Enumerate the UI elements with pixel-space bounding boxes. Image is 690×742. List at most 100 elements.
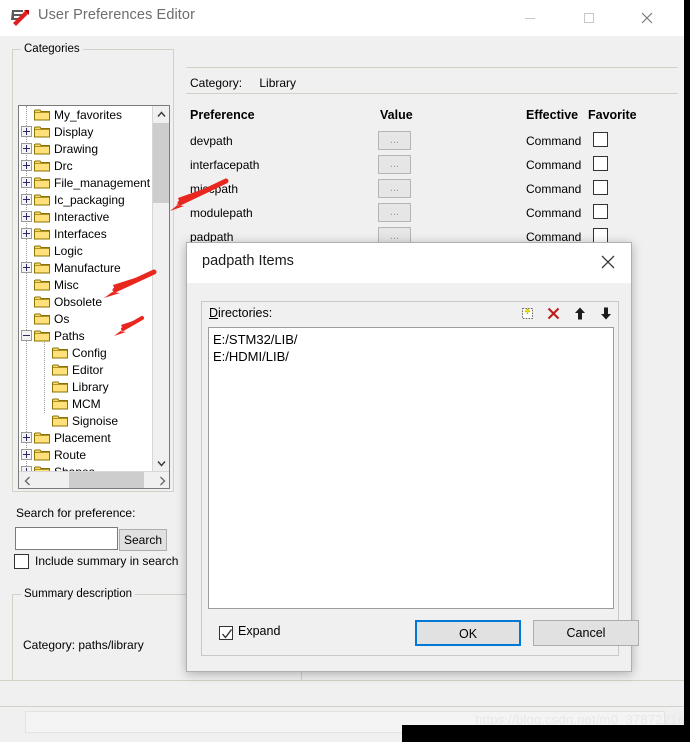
search-input[interactable] [15, 527, 118, 550]
maximize-button[interactable] [566, 0, 612, 36]
preference-row: modulepath... Command [190, 202, 676, 226]
search-button[interactable]: Search [119, 529, 167, 551]
tree-item-library[interactable]: Library [19, 378, 151, 395]
dialog-cancel-button[interactable]: Cancel [533, 620, 639, 646]
expand-plus-icon[interactable] [21, 177, 32, 188]
categories-groupbox: Categories My_favorites Display Drawing Drc… [12, 43, 174, 492]
preference-name: devpath [190, 134, 233, 148]
preference-favorite-checkbox[interactable] [593, 132, 608, 147]
right-pane-divider-top [186, 67, 678, 68]
tree-item-editor[interactable]: Editor [19, 361, 151, 378]
move-up-icon[interactable] [571, 305, 588, 322]
include-summary-checkbox[interactable] [14, 554, 29, 569]
tree-item-drawing[interactable]: Drawing [19, 140, 151, 157]
scroll-down-icon[interactable] [153, 455, 169, 472]
directories-listbox[interactable]: E:/STM32/LIB/E:/HDMI/LIB/ [208, 327, 614, 609]
tree-horizontal-scrollbar[interactable] [19, 471, 169, 488]
tree-item-manufacture[interactable]: Manufacture [19, 259, 151, 276]
directory-list-item[interactable]: E:/HDMI/LIB/ [213, 348, 609, 365]
preference-favorite-checkbox[interactable] [593, 204, 608, 219]
close-button[interactable] [624, 0, 670, 36]
preference-effective: Command [526, 158, 582, 172]
column-header-favorite: Favorite [588, 108, 637, 122]
scroll-right-icon[interactable] [154, 472, 169, 488]
tree-vertical-scrollbar[interactable] [152, 106, 169, 472]
tree-item-label: Editor [72, 362, 104, 377]
tree-hscroll-thumb[interactable] [69, 472, 144, 488]
tree-item-display[interactable]: Display [19, 123, 151, 140]
folder-icon [34, 244, 50, 257]
app-icon [9, 7, 31, 29]
tree-item-label: Paths [54, 328, 85, 343]
directory-list-item[interactable]: E:/STM32/LIB/ [213, 331, 609, 348]
preference-value-button[interactable]: ... [378, 179, 411, 198]
folder-icon [52, 397, 68, 410]
expand-plus-icon[interactable] [21, 211, 32, 222]
tree-item-my-favorites[interactable]: My_favorites [19, 106, 151, 123]
tree-item-label: Signoise [72, 413, 119, 428]
directories-field: Directories: E:/STM32/LIB/ E:/HDMI/LIB/ … [201, 301, 639, 656]
tree-item-file-management[interactable]: File_management [19, 174, 151, 191]
dialog-ok-button[interactable]: OK [415, 620, 521, 646]
collapse-minus-icon[interactable] [21, 330, 32, 341]
tree-item-placement[interactable]: Placement [19, 429, 151, 446]
preference-favorite-checkbox[interactable] [593, 180, 608, 195]
delete-item-icon[interactable] [545, 305, 562, 322]
tree-item-mcm[interactable]: MCM [19, 395, 151, 412]
user-preferences-editor-window: User Preferences Editor Categories My_fa… [0, 0, 690, 742]
scroll-left-icon[interactable] [19, 472, 36, 488]
tree-item-obsolete[interactable]: Obsolete [19, 293, 151, 310]
tree-item-misc[interactable]: Misc [19, 276, 151, 293]
expand-plus-icon[interactable] [21, 126, 32, 137]
categories-tree[interactable]: My_favorites Display Drawing Drc File_manage… [18, 105, 170, 489]
tree-item-ic-packaging[interactable]: Ic_packaging [19, 191, 151, 208]
preference-value-button[interactable]: ... [378, 131, 411, 150]
screenshot-edge-right [684, 0, 690, 742]
folder-icon [52, 346, 68, 359]
preference-favorite-checkbox[interactable] [593, 156, 608, 171]
expand-plus-icon[interactable] [21, 449, 32, 460]
expand-label: Expand [238, 624, 281, 638]
dialog-close-icon[interactable] [591, 247, 625, 277]
expand-plus-icon[interactable] [21, 143, 32, 154]
tree-vscroll-thumb[interactable] [153, 123, 169, 203]
tree-item-logic[interactable]: Logic [19, 242, 151, 259]
folder-icon [34, 125, 50, 138]
tree-item-signoise[interactable]: Signoise [19, 412, 151, 429]
tree-item-drc[interactable]: Drc [19, 157, 151, 174]
new-item-icon[interactable] [519, 305, 536, 322]
folder-icon [34, 431, 50, 444]
expand-plus-icon[interactable] [21, 432, 32, 443]
tree-item-route[interactable]: Route [19, 446, 151, 463]
tree-item-interfaces[interactable]: Interfaces [19, 225, 151, 242]
preference-name: interfacepath [190, 158, 260, 172]
expand-checkbox[interactable] [219, 626, 233, 640]
expand-plus-icon[interactable] [21, 262, 32, 273]
tree-item-label: My_favorites [54, 107, 123, 122]
folder-icon [34, 142, 50, 155]
dialog-titlebar: padpath Items [187, 243, 631, 283]
column-header-preference: Preference [190, 108, 255, 122]
column-header-effective: Effective [526, 108, 579, 122]
search-label: Search for preference: [16, 506, 136, 520]
move-down-icon[interactable] [597, 305, 614, 322]
tree-item-os[interactable]: Os [19, 310, 151, 327]
directories-toolbar [519, 305, 614, 322]
tree-item-paths[interactable]: Paths [19, 327, 151, 344]
preference-effective: Command [526, 182, 582, 196]
preference-value-button[interactable]: ... [378, 155, 411, 174]
folder-icon [34, 295, 50, 308]
preference-value-button[interactable]: ... [378, 203, 411, 222]
folder-icon [52, 380, 68, 393]
column-header-value: Value [380, 108, 413, 122]
preference-favorite-checkbox[interactable] [593, 228, 608, 243]
scroll-up-icon[interactable] [153, 106, 169, 123]
folder-icon [34, 108, 50, 121]
minimize-button[interactable] [507, 0, 553, 36]
expand-plus-icon[interactable] [21, 160, 32, 171]
tree-item-label: Interactive [54, 209, 110, 224]
tree-item-config[interactable]: Config [19, 344, 151, 361]
expand-plus-icon[interactable] [21, 194, 32, 205]
expand-plus-icon[interactable] [21, 228, 32, 239]
tree-item-interactive[interactable]: Interactive [19, 208, 151, 225]
